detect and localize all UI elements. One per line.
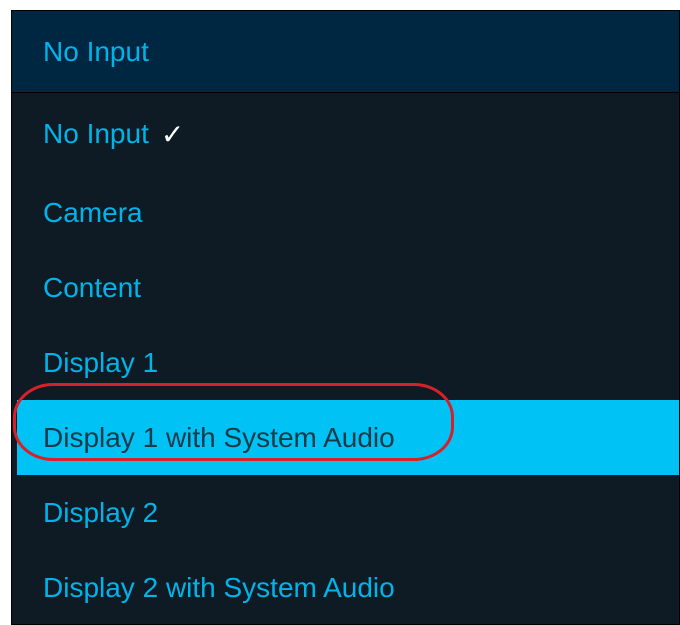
option-display-2[interactable]: Display 2	[12, 475, 679, 550]
selected-value-label: No Input	[43, 35, 149, 67]
option-label: Display 1 with System Audio	[43, 421, 395, 453]
option-camera[interactable]: Camera	[12, 175, 679, 250]
option-label: Display 2 with System Audio	[43, 571, 395, 603]
option-label: Display 1	[43, 346, 159, 378]
option-content[interactable]: Content	[12, 250, 679, 325]
option-display-1[interactable]: Display 1	[12, 325, 679, 400]
option-label: No Input	[43, 118, 149, 149]
option-display-1-with-system-audio[interactable]: Display 1 with System Audio	[17, 400, 679, 475]
dropdown-selected-value[interactable]: No Input	[12, 11, 679, 93]
video-input-dropdown[interactable]: No Input No Input ✓ Camera Content Displ…	[11, 10, 680, 625]
dropdown-options-list: No Input ✓ Camera Content Display 1 Disp…	[12, 93, 679, 624]
option-label: Display 2	[43, 496, 159, 528]
option-display-2-with-system-audio[interactable]: Display 2 with System Audio	[12, 550, 679, 624]
option-label: Content	[43, 271, 142, 303]
option-no-input[interactable]: No Input ✓	[12, 93, 679, 175]
option-label: Camera	[43, 196, 143, 228]
checkmark-icon: ✓	[160, 117, 185, 151]
